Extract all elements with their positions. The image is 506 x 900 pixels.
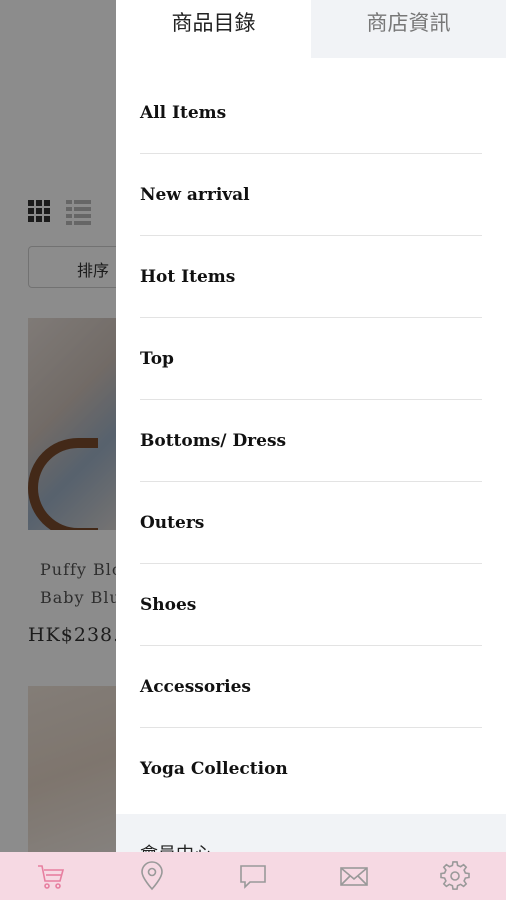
tab-store-info[interactable]: 商店資訊 xyxy=(311,0,506,58)
category-item-bottoms-dress[interactable]: Bottoms/ Dress xyxy=(140,400,482,482)
category-item-new-arrival[interactable]: New arrival xyxy=(140,154,482,236)
mail-icon xyxy=(340,867,368,886)
nav-settings-button[interactable] xyxy=(430,852,480,900)
member-center-label: 會員中心 xyxy=(140,840,212,852)
category-drawer: 商品目錄 商店資訊 All Items New arrival Hot Item… xyxy=(116,0,506,852)
member-center-section[interactable]: 會員中心 xyxy=(116,814,506,852)
category-list: All Items New arrival Hot Items Top Bott… xyxy=(140,72,482,810)
category-item-hot-items[interactable]: Hot Items xyxy=(140,236,482,318)
nav-cart-button[interactable] xyxy=(26,852,76,900)
category-item-outers[interactable]: Outers xyxy=(140,482,482,564)
nav-mail-button[interactable] xyxy=(329,852,379,900)
location-pin-icon xyxy=(140,861,163,891)
cart-icon xyxy=(37,865,64,889)
category-item-all-items[interactable]: All Items xyxy=(140,72,482,154)
chat-bubble-icon xyxy=(240,865,266,889)
drawer-tabs: 商品目錄 商店資訊 xyxy=(116,0,506,58)
nav-chat-button[interactable] xyxy=(228,852,278,900)
tab-product-catalog[interactable]: 商品目錄 xyxy=(116,0,311,58)
category-item-shoes[interactable]: Shoes xyxy=(140,564,482,646)
category-item-top[interactable]: Top xyxy=(140,318,482,400)
bottom-nav-bar xyxy=(0,852,506,900)
category-item-yoga-collection[interactable]: Yoga Collection xyxy=(140,728,482,810)
nav-location-button[interactable] xyxy=(127,852,177,900)
gear-icon xyxy=(440,861,471,890)
category-item-accessories[interactable]: Accessories xyxy=(140,646,482,728)
